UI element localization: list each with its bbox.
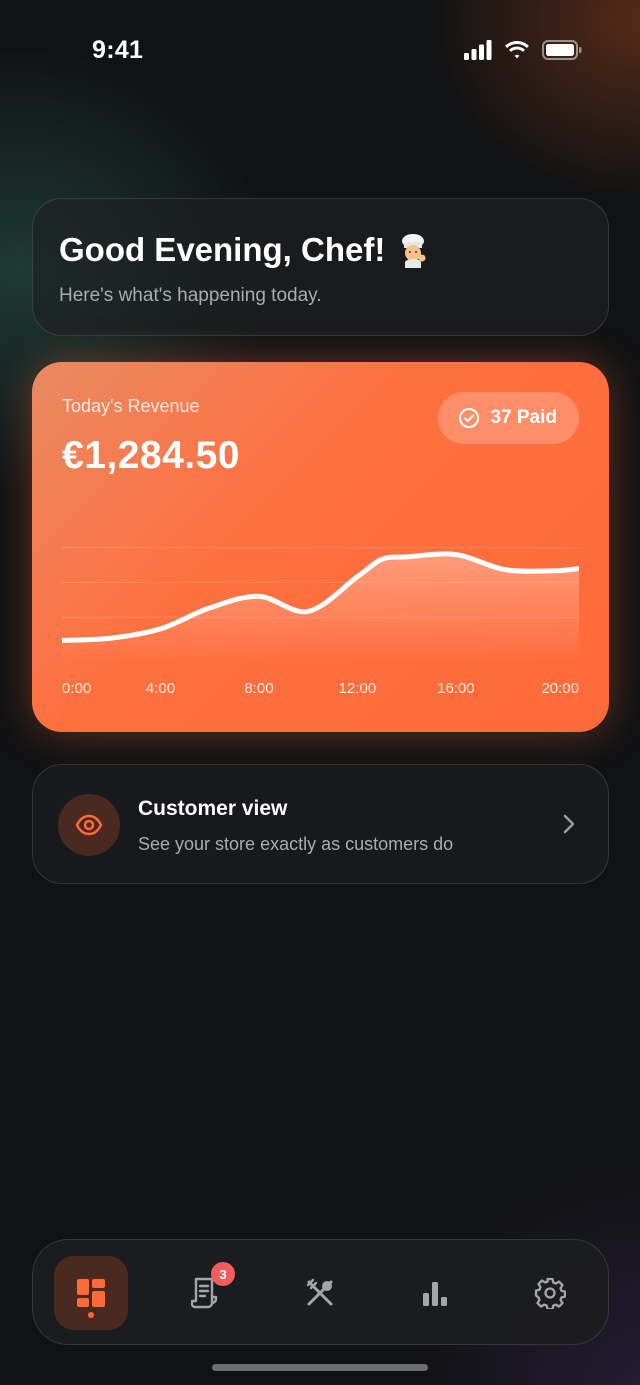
chef-emoji-icon [402, 234, 426, 268]
wifi-icon [505, 41, 529, 59]
greeting-subtitle: Here's what's happening today. [59, 285, 322, 306]
customer-view-card[interactable]: Customer view See your store exactly as … [32, 764, 609, 884]
eye-icon [75, 814, 103, 836]
nav-menu[interactable] [283, 1256, 357, 1330]
status-icons [464, 40, 582, 60]
customer-view-icon-wrap [58, 794, 120, 856]
battery-icon [542, 40, 582, 60]
status-bar: 9:41 [0, 0, 640, 100]
customer-view-subtitle: See your store exactly as customers do [138, 834, 454, 854]
revenue-card[interactable]: Today's Revenue €1,284.50 37 Paid 0:00 4:… [32, 362, 609, 732]
revenue-chart [62, 547, 579, 662]
paid-orders-badge[interactable]: 37 Paid [438, 392, 579, 444]
x-tick-label: 4:00 [145, 680, 176, 697]
utensils-icon [306, 1278, 333, 1306]
home-indicator [212, 1364, 428, 1371]
nav-settings[interactable] [513, 1256, 587, 1330]
status-time: 9:41 [92, 36, 144, 64]
paid-count-label: 37 Paid [490, 407, 557, 428]
x-tick-label: 16:00 [437, 680, 475, 697]
greeting-card: Good Evening, Chef! Here's what's happen… [32, 198, 609, 336]
check-circle-icon [459, 408, 480, 428]
nav-dashboard[interactable] [54, 1256, 128, 1330]
x-tick-label: 8:00 [244, 680, 274, 697]
settings-gear-icon [534, 1277, 566, 1309]
x-tick-label: 12:00 [338, 680, 377, 697]
bottom-navigation: 3 [32, 1239, 609, 1345]
revenue-label: Today's Revenue [62, 396, 200, 416]
x-tick-label: 20:00 [541, 680, 579, 697]
greeting-heading: Good Evening, Chef! [59, 231, 431, 269]
nav-orders[interactable]: 3 [169, 1256, 243, 1330]
active-indicator-dot [88, 1312, 94, 1318]
revenue-amount: €1,284.50 [62, 434, 241, 477]
chart-x-axis: 0:00 4:00 8:00 12:00 16:00 20:00 [32, 680, 609, 704]
greeting-title: Good Evening, Chef! [59, 231, 386, 268]
dashboard-icon [77, 1279, 105, 1307]
nav-analytics[interactable] [398, 1256, 472, 1330]
bar-chart-icon [423, 1282, 447, 1306]
x-tick-label: 0:00 [62, 680, 92, 697]
customer-view-title: Customer view [138, 797, 288, 820]
cellular-signal-icon [464, 40, 492, 60]
orders-count-badge: 3 [211, 1262, 235, 1286]
chevron-right-icon [563, 814, 575, 834]
